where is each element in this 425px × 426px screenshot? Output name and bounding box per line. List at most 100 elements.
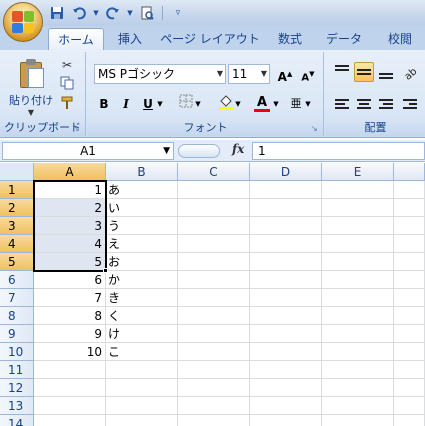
cell-a1[interactable]: 1 — [34, 181, 106, 199]
cut-icon[interactable]: ✂ — [58, 56, 76, 74]
cell-e14[interactable] — [322, 415, 394, 426]
align-right-icon[interactable] — [376, 94, 396, 114]
column-header-e[interactable]: E — [322, 163, 394, 181]
cell-filler[interactable] — [394, 199, 425, 217]
cell-a14[interactable] — [34, 415, 106, 426]
column-header-b[interactable]: B — [106, 163, 178, 181]
undo-icon[interactable] — [70, 4, 88, 22]
cell-filler[interactable] — [394, 379, 425, 397]
cell-filler[interactable] — [394, 289, 425, 307]
tab-home[interactable]: ホーム — [48, 28, 104, 50]
cell-b8[interactable]: く — [106, 307, 178, 325]
cell-b13[interactable] — [106, 397, 178, 415]
cell-filler[interactable] — [394, 181, 425, 199]
cell-b10[interactable]: こ — [106, 343, 178, 361]
copy-icon[interactable] — [58, 76, 76, 94]
cell-e3[interactable] — [322, 217, 394, 235]
cell-d2[interactable] — [250, 199, 322, 217]
redo-icon[interactable] — [104, 4, 122, 22]
chevron-down-icon[interactable]: ▼ — [92, 4, 100, 22]
cell-c11[interactable] — [178, 361, 250, 379]
row-header-8[interactable]: 8 — [0, 307, 34, 325]
cell-filler[interactable] — [394, 415, 425, 426]
cell-b12[interactable] — [106, 379, 178, 397]
border-icon[interactable] — [176, 94, 196, 114]
cell-c14[interactable] — [178, 415, 250, 426]
row-header-12[interactable]: 12 — [0, 379, 34, 397]
print-preview-icon[interactable] — [138, 4, 156, 22]
chevron-down-icon[interactable]: ▼ — [194, 94, 202, 114]
cell-d8[interactable] — [250, 307, 322, 325]
cell-c3[interactable] — [178, 217, 250, 235]
formula-input[interactable]: 1 — [252, 142, 425, 160]
cell-c12[interactable] — [178, 379, 250, 397]
cell-a4[interactable]: 4 — [34, 235, 106, 253]
indent-icon[interactable] — [400, 94, 420, 114]
cell-b7[interactable]: き — [106, 289, 178, 307]
fill-handle[interactable] — [103, 268, 108, 273]
cell-filler[interactable] — [394, 217, 425, 235]
dialog-launcher-icon[interactable]: ↘ — [73, 124, 83, 134]
cell-e13[interactable] — [322, 397, 394, 415]
cell-b9[interactable]: け — [106, 325, 178, 343]
row-header-7[interactable]: 7 — [0, 289, 34, 307]
customize-qat-icon[interactable]: ▿ — [169, 4, 187, 22]
chevron-down-icon[interactable]: ▼ — [272, 94, 280, 114]
row-header-4[interactable]: 4 — [0, 235, 34, 253]
column-header-d[interactable]: D — [250, 163, 322, 181]
cell-b6[interactable]: か — [106, 271, 178, 289]
cell-e1[interactable] — [322, 181, 394, 199]
cell-filler[interactable] — [394, 253, 425, 271]
tab-data[interactable]: データ — [320, 28, 368, 50]
align-bottom-icon[interactable] — [376, 62, 396, 82]
shrink-font-button[interactable]: A▼ — [298, 64, 318, 84]
cell-a9[interactable]: 9 — [34, 325, 106, 343]
align-middle-icon[interactable] — [354, 62, 374, 82]
cell-e2[interactable] — [322, 199, 394, 217]
tab-page-layout[interactable]: ページ レイアウト — [160, 28, 260, 50]
cell-a5[interactable]: 5 — [34, 253, 106, 271]
cell-a8[interactable]: 8 — [34, 307, 106, 325]
cell-c7[interactable] — [178, 289, 250, 307]
cell-d3[interactable] — [250, 217, 322, 235]
cell-c10[interactable] — [178, 343, 250, 361]
row-header-6[interactable]: 6 — [0, 271, 34, 289]
cell-b2[interactable]: い — [106, 199, 178, 217]
chevron-down-icon[interactable]: ▼ — [126, 4, 134, 22]
align-left-icon[interactable] — [332, 94, 352, 114]
cell-filler[interactable] — [394, 361, 425, 379]
cell-e9[interactable] — [322, 325, 394, 343]
cell-a7[interactable]: 7 — [34, 289, 106, 307]
cell-d13[interactable] — [250, 397, 322, 415]
chevron-down-icon[interactable]: ▼ — [234, 94, 242, 114]
cell-d7[interactable] — [250, 289, 322, 307]
row-header-1[interactable]: 1 — [0, 181, 34, 199]
name-box[interactable]: A1 ▼ — [2, 142, 174, 160]
cell-e6[interactable] — [322, 271, 394, 289]
format-painter-icon[interactable] — [58, 96, 76, 114]
select-all-corner[interactable] — [0, 163, 34, 181]
cell-filler[interactable] — [394, 343, 425, 361]
cell-filler[interactable] — [394, 271, 425, 289]
cell-e8[interactable] — [322, 307, 394, 325]
dialog-launcher-icon[interactable]: ↘ — [311, 124, 321, 134]
tab-insert[interactable]: 挿入 — [108, 28, 152, 50]
cell-c9[interactable] — [178, 325, 250, 343]
cell-d10[interactable] — [250, 343, 322, 361]
font-color-icon[interactable]: A — [252, 92, 272, 112]
insert-function-icon[interactable]: fx — [232, 142, 244, 156]
row-header-11[interactable]: 11 — [0, 361, 34, 379]
cell-c8[interactable] — [178, 307, 250, 325]
cell-e10[interactable] — [322, 343, 394, 361]
bold-button[interactable]: B — [94, 94, 114, 114]
cell-filler[interactable] — [394, 325, 425, 343]
row-header-9[interactable]: 9 — [0, 325, 34, 343]
cell-a11[interactable] — [34, 361, 106, 379]
row-header-13[interactable]: 13 — [0, 397, 34, 415]
cell-d11[interactable] — [250, 361, 322, 379]
row-header-10[interactable]: 10 — [0, 343, 34, 361]
cell-a10[interactable]: 10 — [34, 343, 106, 361]
cell-c2[interactable] — [178, 199, 250, 217]
cell-filler[interactable] — [394, 307, 425, 325]
office-button[interactable] — [3, 2, 43, 42]
